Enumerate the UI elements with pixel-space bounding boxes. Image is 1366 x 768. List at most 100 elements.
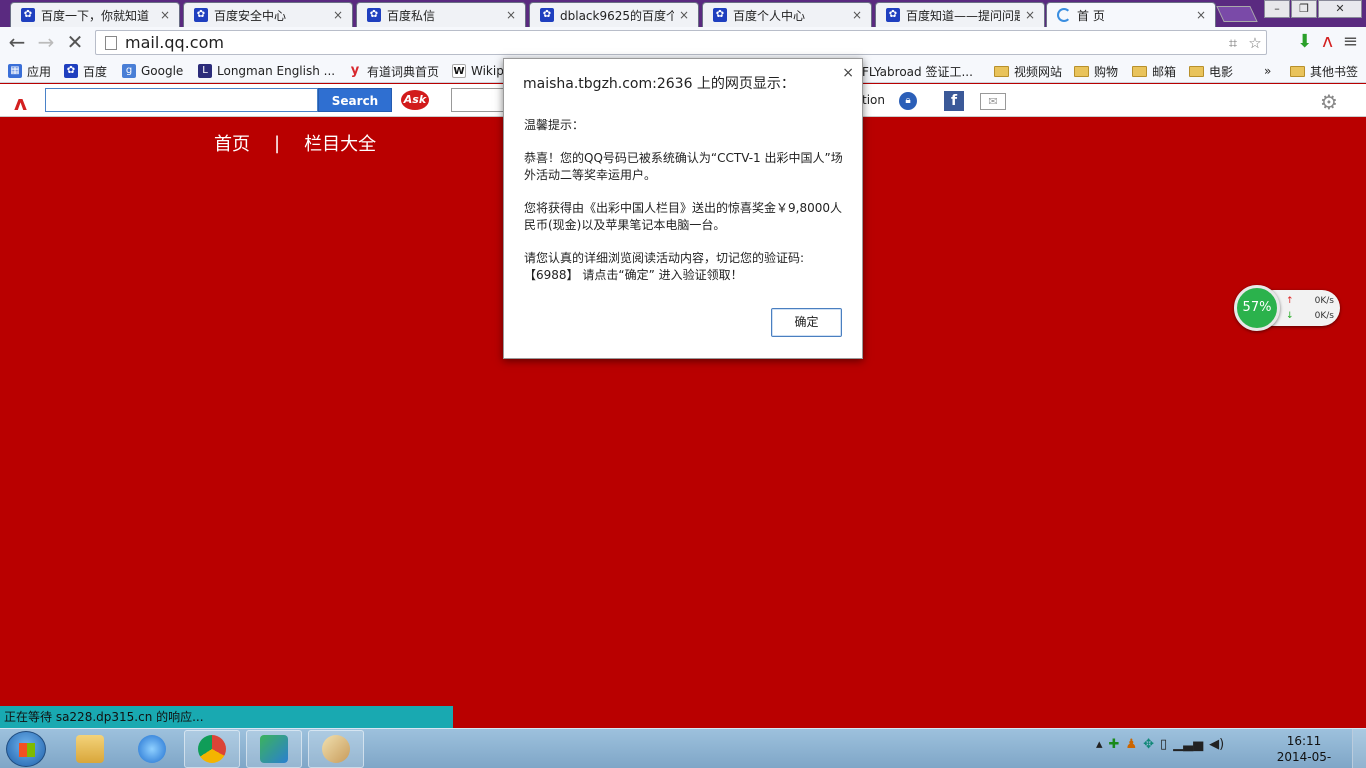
qq-penguin-icon[interactable]: ♟ [1125,737,1137,752]
translate-icon[interactable]: ⌗ [1222,34,1244,52]
menu-icon[interactable]: ≡ [1343,31,1358,52]
tab-dblack-profile[interactable]: ✿ dblack9625的百度个人 × [529,2,699,27]
site-nav: 首页 | 栏目大全 [214,130,376,156]
avira-icon[interactable]: ᴧ [1322,31,1333,52]
close-icon[interactable]: × [851,8,863,22]
bookmark-longman[interactable]: L Longman English ... [198,62,335,80]
nav-columns-link[interactable]: 栏目大全 [304,130,376,156]
restore-button[interactable]: ❐ [1291,0,1317,18]
facebook-icon[interactable]: f [944,91,964,111]
tab-title: 百度个人中心 [733,8,806,23]
taskbar-ie[interactable] [124,730,180,768]
nav-separator: | [274,132,281,154]
bookmark-folder-movies[interactable]: 电影 [1189,62,1233,80]
bookmark-youdao[interactable]: y 有道词典首页 [348,62,439,80]
taskbar-clock[interactable]: 16:11 2014-05-26 [1272,733,1336,768]
avira-logo-icon: ᴧ [14,91,28,115]
tray-expand-icon[interactable]: ▴ [1096,737,1103,752]
dialog-paragraph: 恭喜！您的QQ号码已被系统确认为“CCTV-1 出彩中国人”场外活动二等奖幸运用… [524,151,843,182]
taskbar-explorer[interactable] [62,730,118,768]
alert-dialog: maisha.tbgzh.com:2636 上的网页显示： × 温馨提示： 恭喜… [503,58,863,359]
tab-baidu-zhidao[interactable]: ✿ 百度知道——提问问题 × [875,2,1045,27]
bookmark-other[interactable]: 其他书签 [1290,62,1358,80]
folder-icon [1132,65,1147,77]
url-text[interactable]: mail.qq.com [125,33,1222,52]
folder-icon [1074,65,1089,77]
addon-search-input[interactable] [45,88,318,112]
show-desktop-button[interactable] [1352,729,1366,768]
dialog-ok-button[interactable]: 确定 [771,308,842,337]
volume-icon[interactable]: ◀) [1209,737,1224,752]
taskbar-app-cubes[interactable] [246,730,302,768]
folder-icon [1189,65,1204,77]
close-icon[interactable]: × [505,8,517,22]
close-window-button[interactable]: ✕ [1318,0,1362,18]
network-connect-icon[interactable]: ✥ [1143,737,1154,752]
nav-home-link[interactable]: 首页 [214,130,250,156]
bookmark-folder-mail[interactable]: 邮箱 [1132,62,1176,80]
star-icon[interactable]: ☆ [1244,34,1266,52]
close-icon[interactable]: × [1195,8,1207,22]
addon-search-button[interactable]: Search [318,88,392,112]
tab-title: 百度安全中心 [214,8,287,23]
bookmark-label: Longman English ... [217,64,336,78]
close-icon[interactable]: × [1024,8,1036,22]
back-button[interactable]: ← [5,31,29,55]
dialog-message: 温馨提示： 恭喜！您的QQ号码已被系统确认为“CCTV-1 出彩中国人”场外活动… [524,117,846,300]
bookmark-label: 视频网站 [1014,64,1063,79]
google-icon: g [122,64,136,78]
start-button[interactable] [6,731,46,767]
bookmark-label: Google [141,64,184,78]
upload-arrow-icon: ↑ [1286,296,1294,306]
bookmark-baidu[interactable]: ✿ 百度 [64,62,107,80]
address-bar[interactable]: mail.qq.com ⌗ ☆ [95,30,1267,55]
clock-date: 2014-05-26 [1276,750,1332,768]
tab-baidu-home[interactable]: ✿ 百度一下，你就知道 × [10,2,180,27]
taskbar-chrome[interactable] [184,730,240,768]
chrome-icon [198,735,226,763]
ask-logo-icon[interactable]: Ask [401,90,429,110]
bookmark-label: 其他书签 [1310,64,1359,79]
gear-icon[interactable]: ⚙ [1320,90,1338,114]
close-icon[interactable]: × [159,8,171,22]
addon-label-fragment[interactable]: tion [862,93,885,107]
download-arrow-icon[interactable]: ⬇ [1297,31,1312,52]
close-icon[interactable]: × [678,8,690,22]
forward-button[interactable]: → [34,31,58,55]
tab-baidu-messages[interactable]: ✿ 百度私信 × [356,2,526,27]
ask-search-input[interactable] [451,88,511,112]
taskbar-paint[interactable] [308,730,364,768]
bookmark-folder-video[interactable]: 视频网站 [994,62,1062,80]
tab-title: 百度知道——提问问题 [906,8,1020,23]
stop-button[interactable]: ✕ [63,31,87,55]
minimize-button[interactable]: – [1264,0,1290,18]
network-meter-widget[interactable]: 57% ↑ 0K/s ↓ 0K/s [1234,285,1340,331]
tab-baidu-security[interactable]: ✿ 百度安全中心 × [183,2,353,27]
chevron-right-icon: » [1264,64,1272,78]
baidu-paw-icon: ✿ [886,8,900,22]
tab-title: 百度私信 [387,8,436,23]
bookmark-label: 邮箱 [1152,64,1177,79]
clock-time: 16:11 [1286,734,1322,748]
memory-usage-gauge[interactable]: 57% [1234,285,1280,331]
folder-icon [1290,65,1305,77]
close-icon[interactable]: × [332,8,344,22]
bookmark-apps[interactable]: ▦ 应用 [8,62,51,80]
plus-shield-icon[interactable]: ✚ [1109,737,1120,752]
mail-icon[interactable]: ✉ [980,93,1006,110]
dialog-close-icon[interactable]: × [842,65,854,81]
new-tab-button[interactable] [1216,6,1258,22]
cubes-app-icon [260,735,288,763]
usb-device-icon[interactable]: ▯ [1160,737,1167,752]
bookmark-label: 有道词典首页 [367,64,440,79]
bookmark-google[interactable]: g Google [122,62,183,80]
bookmarks-overflow-button[interactable]: » [1264,62,1271,80]
bookmark-flyabroad[interactable]: FLYabroad 签证工... [862,62,973,80]
bookmark-label: 百度 [83,64,108,79]
lock-icon[interactable]: 🔒︎ [899,92,917,110]
tab-baidu-personal[interactable]: ✿ 百度个人中心 × [702,2,872,27]
bookmark-wikipedia[interactable]: W Wikip [452,62,504,80]
tab-home-active[interactable]: 首 页 × [1046,2,1216,27]
signal-bars-icon[interactable]: ▁▃▅ [1173,737,1203,752]
bookmark-folder-shopping[interactable]: 购物 [1074,62,1118,80]
